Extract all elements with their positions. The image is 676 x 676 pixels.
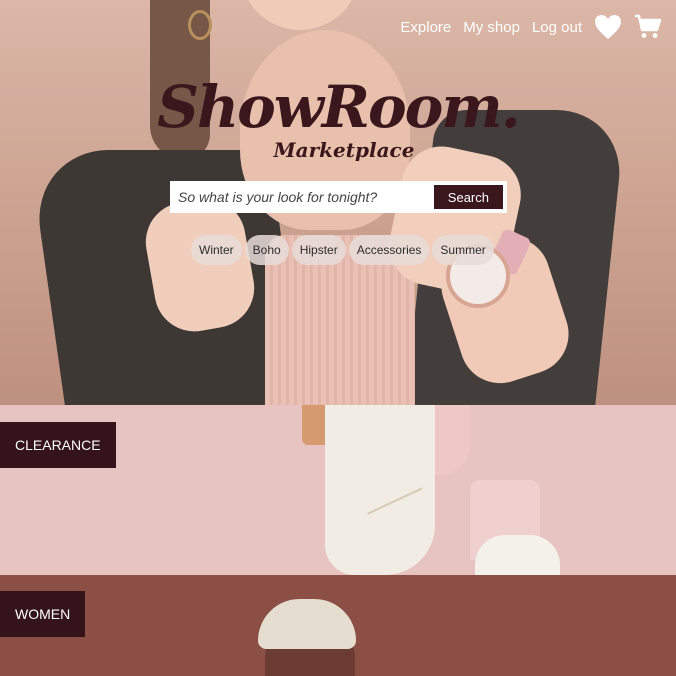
category-women[interactable]: WOMEN <box>0 575 676 676</box>
category-label[interactable]: WOMEN <box>0 591 86 637</box>
logo-subtitle: Marketplace <box>273 138 415 162</box>
tag-list: Winter Boho Hipster Accessories Summer <box>191 235 494 265</box>
search-button[interactable]: Search <box>433 185 503 209</box>
logo-brand: ShowRoom. <box>157 73 521 141</box>
tag-boho[interactable]: Boho <box>244 235 289 265</box>
category-label[interactable]: CLEARANCE <box>0 422 116 468</box>
nav-explore-link[interactable]: Explore <box>400 19 451 36</box>
search-bar: Search <box>170 181 507 213</box>
heart-icon[interactable] <box>594 14 622 40</box>
top-nav: Explore My shop Log out <box>400 14 662 40</box>
category-clearance[interactable]: CLEARANCE <box>0 405 676 575</box>
cart-icon[interactable] <box>634 14 662 40</box>
tag-winter[interactable]: Winter <box>191 235 242 265</box>
tag-hipster[interactable]: Hipster <box>291 235 346 265</box>
nav-log-out-link[interactable]: Log out <box>532 19 582 36</box>
tag-summer[interactable]: Summer <box>432 235 494 265</box>
hero-banner: Explore My shop Log out ShowRoom. Market… <box>0 0 676 405</box>
search-input[interactable] <box>178 189 434 205</box>
site-logo[interactable]: ShowRoom. Marketplace <box>0 78 676 162</box>
tag-accessories[interactable]: Accessories <box>348 235 430 265</box>
nav-my-shop-link[interactable]: My shop <box>463 19 520 36</box>
